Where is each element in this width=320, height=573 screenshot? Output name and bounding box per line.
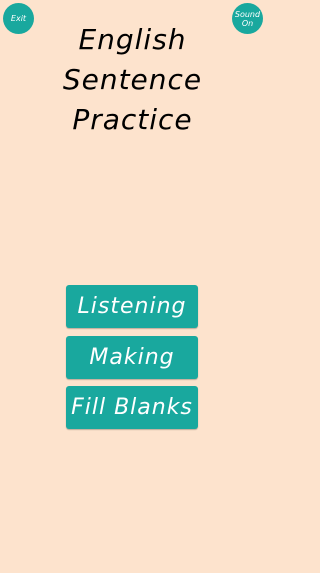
fill-blanks-button[interactable]: Fill Blanks bbox=[66, 386, 198, 429]
making-button-label: Making bbox=[89, 345, 175, 370]
listening-button[interactable]: Listening bbox=[66, 285, 198, 328]
fill-blanks-button-label: Fill Blanks bbox=[71, 395, 193, 420]
sound-button-label-line1: Sound bbox=[234, 9, 261, 19]
title-line-english: English bbox=[78, 23, 187, 56]
listening-button-label: Listening bbox=[77, 294, 187, 319]
title-line-practice: Practice bbox=[72, 103, 193, 136]
title-line-sentence: Sentence bbox=[62, 63, 203, 96]
app-title: English Sentence Practice bbox=[0, 20, 265, 140]
making-button[interactable]: Making bbox=[66, 336, 198, 379]
